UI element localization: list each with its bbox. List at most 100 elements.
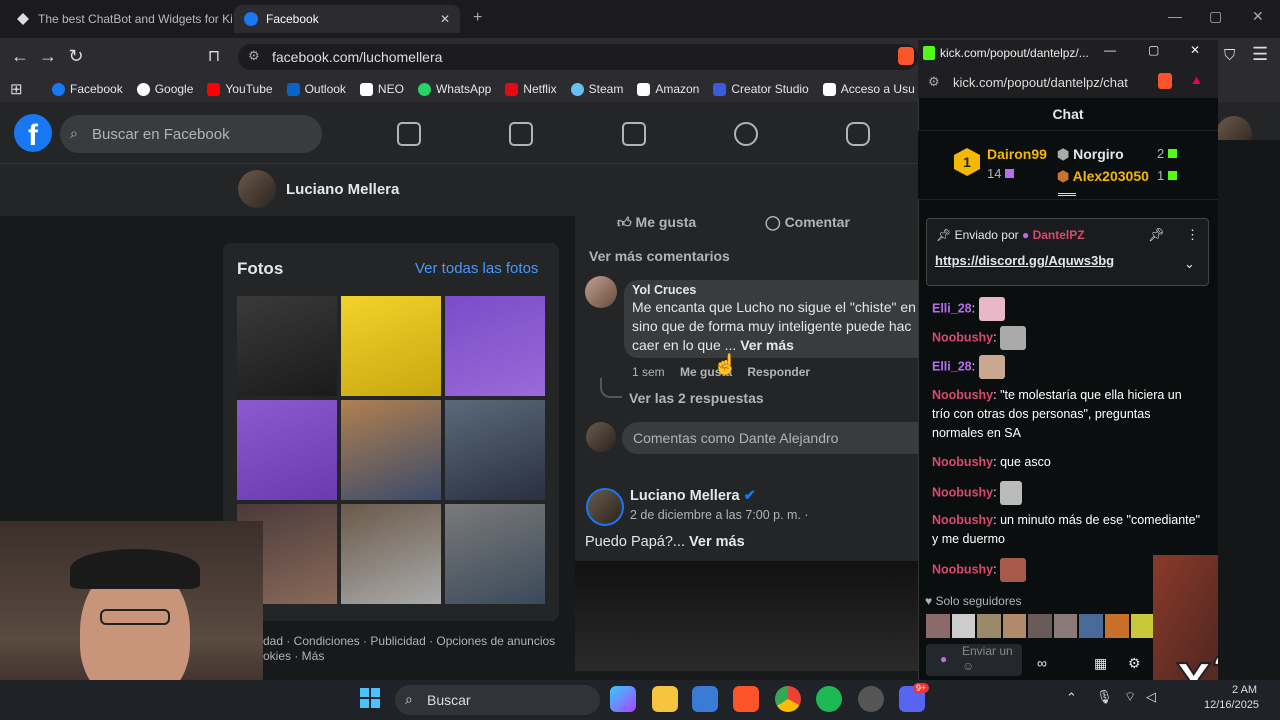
expand-pinned-icon[interactable]: ⌄	[1184, 256, 1195, 272]
chat-username[interactable]: Noobushy	[932, 513, 993, 527]
see-more-link[interactable]: Ver más	[740, 337, 794, 353]
emote-icon[interactable]	[977, 614, 1001, 638]
vpn-icon[interactable]: ⛉	[1224, 47, 1235, 64]
comment-input[interactable]: Comentas como Dante Alejandro	[622, 422, 918, 454]
leader-1-name[interactable]: Dairon99	[987, 146, 1047, 162]
my-avatar[interactable]	[586, 422, 616, 452]
chat-username[interactable]: Noobushy	[932, 330, 993, 344]
bookmark-creator-studio[interactable]: Creator Studio	[713, 82, 809, 96]
close-window-icon[interactable]: ✕	[1252, 8, 1264, 25]
emote-icon[interactable]	[951, 614, 976, 638]
emote-icon[interactable]	[1028, 614, 1052, 638]
post-date[interactable]: 2 de diciembre a las 7:00 p. m. ·	[630, 508, 809, 522]
taskbar-search[interactable]: ⌕ Buscar	[395, 685, 600, 715]
photo-5[interactable]	[341, 400, 441, 500]
bookmark-netflix[interactable]: Netflix	[505, 82, 557, 96]
facebook-search-input[interactable]: ⌕ Buscar en Facebook	[60, 115, 322, 153]
emote-icon[interactable]	[1104, 614, 1129, 638]
kick-url-bar[interactable]: ⚙ kick.com/popout/dantelpz/chat ▲	[918, 66, 1218, 98]
bookmark-icon[interactable]: ⊓	[204, 46, 224, 66]
footer-links-2[interactable]: okies · Más	[263, 649, 324, 663]
chat-username[interactable]: Noobushy	[932, 455, 993, 469]
start-icon[interactable]	[360, 688, 380, 708]
clock-date[interactable]: 12/16/2025	[1204, 699, 1259, 711]
post-video[interactable]	[575, 561, 918, 671]
gift-sub-icon[interactable]: ∞	[1037, 655, 1047, 671]
more-comments-link[interactable]: Ver más comentarios	[589, 248, 730, 264]
file-explorer-icon[interactable]	[652, 686, 678, 712]
tab-chatbot[interactable]: The best ChatBot and Widgets for Kic	[6, 5, 232, 33]
bookmark-outlook[interactable]: Outlook	[286, 82, 346, 96]
emote-icon[interactable]	[926, 614, 950, 638]
emote-icon[interactable]	[1053, 614, 1078, 638]
leader-3[interactable]: ⬢ Alex203050	[1057, 168, 1149, 185]
site-info-icon[interactable]: ⚙	[248, 48, 260, 64]
store-app-icon[interactable]	[692, 686, 718, 712]
bookmark-neo[interactable]: NEO	[359, 82, 404, 96]
emote-icon[interactable]	[1079, 614, 1103, 638]
like-button[interactable]: 👍︎ Me gusta	[617, 214, 696, 231]
bookmark-facebook[interactable]: Facebook	[52, 82, 123, 96]
menu-icon[interactable]: ☰	[1252, 44, 1268, 65]
tab-facebook[interactable]: Facebook ✕	[234, 5, 460, 33]
volume-icon[interactable]: ◁	[1146, 689, 1156, 705]
store-icon[interactable]: ▦	[1094, 655, 1107, 672]
tray-expand-icon[interactable]: ⌃	[1066, 690, 1077, 706]
chrome-icon[interactable]	[775, 686, 801, 712]
post-author-avatar[interactable]	[586, 488, 624, 526]
emoji-icon[interactable]: ☺	[962, 659, 974, 673]
photo-9[interactable]	[445, 504, 545, 604]
profile-avatar[interactable]	[238, 170, 276, 208]
chat-username[interactable]: Noobushy	[932, 485, 993, 499]
footer-links[interactable]: dad · Condiciones · Publicidad · Opcione…	[263, 634, 555, 648]
brave-icon[interactable]	[733, 686, 759, 712]
brave-shield-icon[interactable]	[898, 47, 914, 65]
obs-icon[interactable]	[858, 686, 884, 712]
chat-username[interactable]: Elli_28	[932, 359, 972, 373]
photo-4[interactable]	[237, 400, 337, 500]
leader-2[interactable]: ⬢ Norgiro	[1057, 146, 1124, 163]
view-replies-link[interactable]: Ver las 2 respuestas	[629, 390, 764, 406]
emote-icon[interactable]	[1130, 614, 1155, 638]
bookmark-youtube[interactable]: YouTube	[207, 82, 273, 96]
photo-8[interactable]	[341, 504, 441, 604]
chat-username[interactable]: Noobushy	[932, 562, 993, 576]
bookmark-amazon[interactable]: Amazon	[637, 82, 699, 96]
copilot-icon[interactable]	[610, 686, 636, 712]
back-icon[interactable]: ←	[10, 46, 30, 67]
comment-reply-button[interactable]: Responder	[747, 365, 810, 379]
microphone-icon[interactable]: 🎙︎	[1096, 689, 1113, 705]
kick-maximize-icon[interactable]: ▢	[1148, 43, 1159, 57]
bookmark-steam[interactable]: Steam	[570, 82, 623, 96]
photo-6[interactable]	[445, 400, 545, 500]
comment-button[interactable]: ◯ Comentar	[765, 214, 850, 231]
chat-username[interactable]: Elli_28	[932, 301, 972, 315]
commenter-name[interactable]: Yol Cruces	[632, 283, 696, 297]
post-author[interactable]: Luciano Mellera ✔	[630, 488, 756, 504]
bookmark-acceso[interactable]: Acceso a Usu	[822, 82, 915, 96]
forward-icon[interactable]: →	[38, 46, 58, 67]
clock-time[interactable]: 2 AM	[1232, 684, 1257, 696]
new-tab-icon[interactable]: +	[473, 9, 482, 27]
minimize-icon[interactable]: —	[1168, 8, 1182, 24]
gaming-icon[interactable]	[846, 122, 870, 146]
photo-2[interactable]	[341, 296, 441, 396]
spotify-icon[interactable]	[816, 686, 842, 712]
pinned-link[interactable]: https://discord.gg/Aquws3bg	[935, 253, 1114, 268]
unpin-icon[interactable]: 📌︎	[1148, 227, 1165, 243]
comment-time[interactable]: 1 sem	[632, 365, 665, 379]
settings-icon[interactable]: ⚙	[1128, 655, 1141, 672]
collapse-handle-icon[interactable]	[1058, 193, 1076, 207]
url-input[interactable]: ⚙ facebook.com/luchomellera	[238, 44, 918, 70]
reload-icon[interactable]: ↻	[66, 46, 86, 67]
pinned-by-user[interactable]: DantelPZ	[1033, 228, 1085, 242]
groups-icon[interactable]	[734, 122, 758, 146]
emote-icon[interactable]	[1002, 614, 1027, 638]
marketplace-icon[interactable]	[622, 122, 646, 146]
chat-input[interactable]: ● Enviar un ☺	[926, 644, 1022, 676]
maximize-icon[interactable]: ▢	[1209, 8, 1222, 25]
emote-bar[interactable]	[926, 614, 1155, 638]
close-tab-icon[interactable]: ✕	[440, 12, 450, 26]
post-see-more[interactable]: Ver más	[689, 534, 745, 550]
video-icon[interactable]	[509, 122, 533, 146]
